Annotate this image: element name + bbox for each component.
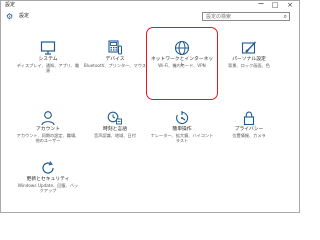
maximize-button[interactable]: □ [269,1,281,10]
tile-personalization[interactable]: パーソナル設定 背景、ロック画面、色 [216,32,282,88]
settings-window: 設定 − □ × ⚙ 設定 設定の検索 ⌕ システム ディスプレイ、通知、アプリ… [0,0,300,213]
ease-of-access-icon [149,110,215,126]
tile-description: アカウント、同期の設定、職場、他のユーザー [16,133,80,144]
tile-privacy[interactable]: プライバシー 位置情報、カメラ [216,102,282,158]
clock-language-icon [82,110,148,126]
tile-description: Windows Update、回復、バックアップ [17,183,79,194]
minimize-button[interactable]: − [255,0,267,10]
monitor-icon [15,40,81,56]
tile-ease-of-access[interactable]: 簡単操作 ナレーター、拡大鏡、ハイコントラスト [149,102,215,158]
highlight-frame [146,27,218,100]
tile-update-security[interactable]: 更新とセキュリティ Windows Update、回復、バックアップ [15,152,81,208]
lock-icon [216,110,282,126]
title-bar: 設定 − □ × [1,0,299,10]
tile-description: 音声認識、地域、日付 [94,133,136,138]
update-icon [15,160,81,176]
keyboard-icon [82,40,148,56]
gear-icon: ⚙ [6,12,14,21]
tile-description: 位置情報、カメラ [232,133,266,138]
tile-description: 背景、ロック画面、色 [228,63,270,68]
window-title: 設定 [5,2,16,8]
paint-icon [216,40,282,56]
tile-accounts[interactable]: アカウント アカウント、同期の設定、職場、他のユーザー [15,102,81,158]
search-placeholder: 設定の検索 [206,14,232,20]
search-input[interactable]: 設定の検索 ⌕ [202,12,290,21]
tile-description: ナレーター、拡大鏡、ハイコントラスト [150,133,214,144]
search-icon[interactable]: ⌕ [284,13,287,21]
person-icon [15,110,81,126]
tile-system[interactable]: システム ディスプレイ、通知、アプリ、電源 [15,32,81,88]
tile-devices[interactable]: デバイス Bluetooth、プリンター、マウス [82,32,148,88]
tile-time-language[interactable]: 時刻と言語 音声認識、地域、日付 [82,102,148,158]
tile-description: Bluetooth、プリンター、マウス [83,63,147,68]
page-title: 設定 [19,13,30,19]
tile-description: ディスプレイ、通知、アプリ、電源 [16,63,80,74]
close-button[interactable]: × [284,1,296,10]
